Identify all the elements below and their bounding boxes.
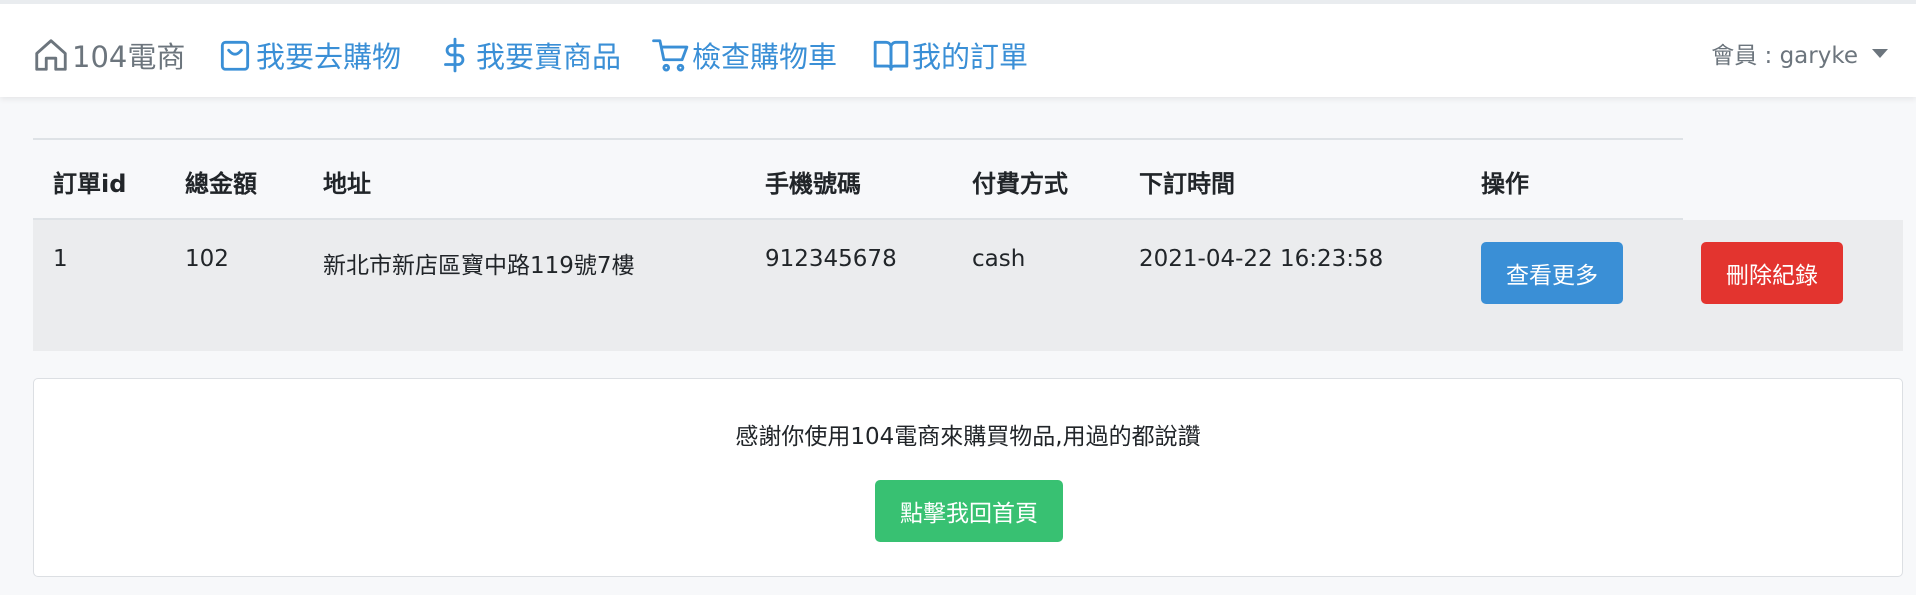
header-phone: 手機號碼 bbox=[765, 170, 861, 198]
home-icon bbox=[35, 39, 67, 71]
caret-down-icon bbox=[1872, 48, 1888, 58]
nav-cart-link[interactable]: 檢查購物車 bbox=[652, 32, 837, 78]
top-navbar: 104電商 我要去購物 我要賣商品 檢查購物車 我的訂單 會員 : garyke bbox=[0, 0, 1916, 97]
header-actions: 操作 bbox=[1481, 170, 1529, 198]
table-top-border bbox=[33, 138, 1683, 140]
delete-record-button[interactable]: 刪除紀錄 bbox=[1701, 242, 1843, 304]
back-home-button[interactable]: 點擊我回首頁 bbox=[875, 480, 1063, 542]
header-order-id: 訂單id bbox=[53, 170, 127, 198]
user-label: 會員 : garyke bbox=[1711, 43, 1858, 69]
cell-total: 102 bbox=[185, 246, 229, 272]
orders-table: 訂單id 總金額 地址 手機號碼 付費方式 下訂時間 操作 1 102 新北市新… bbox=[33, 138, 1903, 351]
cell-order-time: 2021-04-22 16:23:58 bbox=[1139, 246, 1384, 272]
thanks-card: 感謝你使用104電商來購買物品,用過的都說讚 點擊我回首頁 bbox=[33, 378, 1903, 577]
thanks-message: 感謝你使用104電商來購買物品,用過的都說讚 bbox=[735, 424, 1201, 450]
nav-shop-link[interactable]: 我要去購物 bbox=[216, 32, 401, 78]
book-icon bbox=[873, 40, 909, 71]
brand-home-link[interactable]: 104電商 bbox=[32, 32, 185, 78]
nav-sell-label: 我要賣商品 bbox=[476, 40, 622, 74]
view-more-button[interactable]: 查看更多 bbox=[1481, 242, 1623, 304]
cell-payment: cash bbox=[972, 246, 1026, 272]
cart-icon bbox=[652, 39, 689, 72]
nav-cart-label: 檢查購物車 bbox=[692, 40, 838, 74]
nav-orders-label: 我的訂單 bbox=[912, 40, 1029, 74]
shopping-bag-icon bbox=[220, 40, 250, 71]
cell-address: 新北市新店區寶中路119號7樓 bbox=[323, 253, 635, 279]
brand-label: 104電商 bbox=[72, 40, 186, 74]
header-address: 地址 bbox=[323, 170, 371, 198]
user-menu-dropdown[interactable]: 會員 : garyke bbox=[1711, 38, 1888, 69]
header-total: 總金額 bbox=[185, 170, 257, 198]
header-order-time: 下訂時間 bbox=[1139, 170, 1235, 198]
nav-shop-label: 我要去購物 bbox=[256, 40, 402, 74]
nav-orders-link[interactable]: 我的訂單 bbox=[872, 32, 1028, 78]
dollar-icon bbox=[444, 37, 465, 73]
nav-sell-link[interactable]: 我要賣商品 bbox=[436, 32, 621, 78]
header-payment: 付費方式 bbox=[972, 170, 1068, 198]
cell-phone: 912345678 bbox=[765, 246, 897, 272]
cell-order-id: 1 bbox=[53, 246, 68, 272]
